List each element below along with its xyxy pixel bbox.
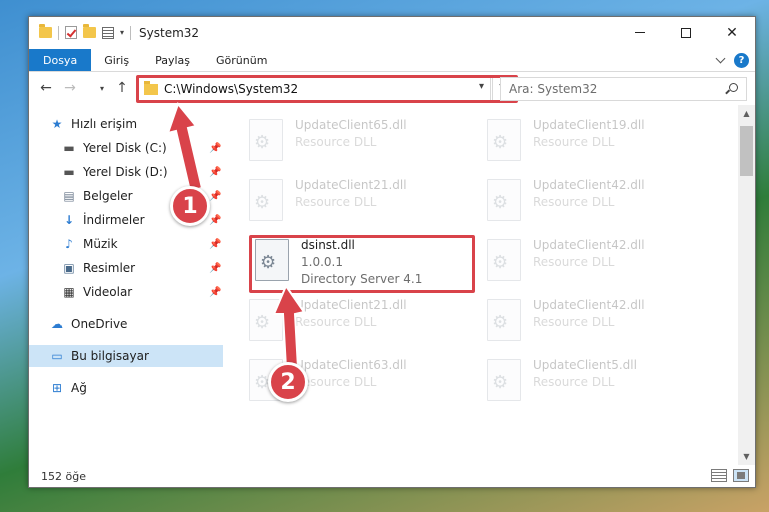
step-2-badge: 2	[268, 362, 308, 402]
arrow-2	[272, 283, 306, 369]
arrow-1	[166, 101, 204, 193]
step-arrows	[166, 101, 306, 369]
step-1-badge: 1	[170, 186, 210, 226]
